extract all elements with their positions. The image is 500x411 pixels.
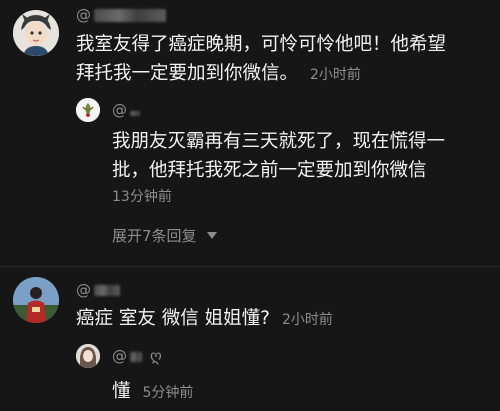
reply-text-line: 我朋友灭霸再有三天就死了，现在慌得一 <box>112 131 446 152</box>
comment-username[interactable]: @ <box>76 281 120 299</box>
reply-time: 5分钟前 <box>142 385 194 401</box>
avatar[interactable] <box>13 277 59 323</box>
avatar-image <box>13 277 59 323</box>
avatar[interactable] <box>76 98 100 122</box>
avatar[interactable] <box>13 10 59 56</box>
avatar-image <box>76 98 100 122</box>
heart-glyph-icon: ღ <box>150 347 162 365</box>
reply-text-line: 批，他拜托我死之前一定要加到你微信 <box>112 160 427 181</box>
comment-text-line: 拜托我一定要加到你微信。 <box>76 63 299 84</box>
expand-replies-label: 展开7条回复 <box>112 227 197 245</box>
avatar-image <box>76 344 100 368</box>
divider <box>0 266 500 267</box>
comment-time: 2小时前 <box>310 67 361 83</box>
comment-username[interactable]: @ <box>76 6 166 24</box>
comment-time: 2小时前 <box>281 312 333 328</box>
reply-username[interactable]: @ <box>112 101 140 119</box>
comment-text-line: 我室友得了癌症晚期，可怜可怜他吧！他希望 <box>76 34 447 55</box>
avatar-image <box>13 10 59 56</box>
expand-replies-button[interactable]: 展开7条回复 <box>112 225 217 246</box>
avatar[interactable] <box>76 344 100 368</box>
reply-time: 13分钟前 <box>112 189 172 205</box>
reply-username[interactable]: @ ღ <box>112 347 162 365</box>
comment-text: 癌症 室友 微信 姐姐懂? 2小时前 <box>76 308 333 329</box>
reply-text: 我朋友灭霸再有三天就死了，现在慌得一 批，他拜托我死之前一定要加到你微信 <box>112 127 445 185</box>
chevron-down-icon <box>206 232 217 239</box>
reply-text: 懂 5分钟前 <box>112 381 194 402</box>
comment-text: 我室友得了癌症晚期，可怜可怜他吧！他希望 拜托我一定要加到你微信。 2小时前 <box>76 30 446 90</box>
